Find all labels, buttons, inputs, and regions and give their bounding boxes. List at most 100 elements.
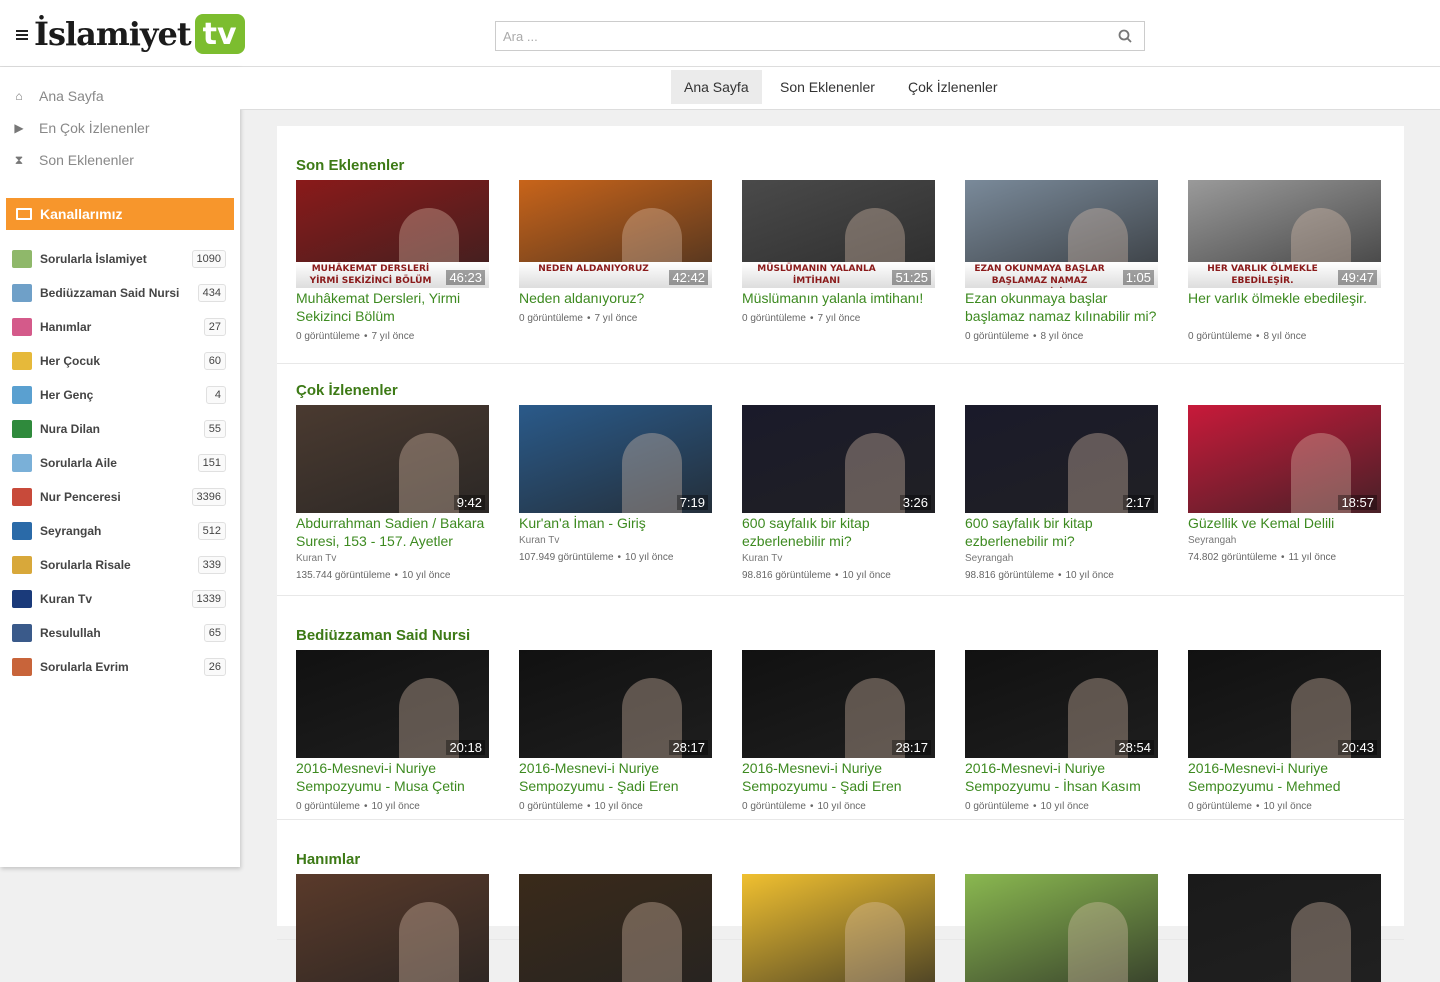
video-age: 10 yıl önce [371, 801, 420, 812]
channel-item[interactable]: Nur Penceresi 3396 [0, 480, 240, 514]
channel-item[interactable]: Sorularla Aile 151 [0, 446, 240, 480]
video-title[interactable]: 600 sayfalık bir kitap ezberlenebilir mi… [965, 514, 1158, 550]
section-title[interactable]: Hanımlar [296, 851, 360, 868]
thumbnail-figure [622, 433, 682, 513]
channel-thumbnail [12, 352, 32, 370]
video-card[interactable] [1188, 874, 1381, 982]
channel-item[interactable]: Seyrangah 512 [0, 514, 240, 548]
video-title[interactable]: Abdurrahman Sadien / Bakara Suresi, 153 … [296, 514, 489, 550]
video-thumbnail[interactable]: MUHÂKEMAT DERSLERİ YİRMİ SEKİZİNCİ BÖLÜM… [296, 180, 489, 288]
video-card[interactable] [742, 874, 935, 982]
video-card[interactable]: 28:17 2016-Mesnevi-i Nuriye Sempozyumu - … [742, 650, 935, 812]
search-icon[interactable] [1118, 29, 1132, 43]
channel-item[interactable]: Sorularla Evrim 26 [0, 650, 240, 684]
video-card[interactable] [519, 874, 712, 982]
channel-item[interactable]: Hanımlar 27 [0, 310, 240, 344]
channel-item[interactable]: Her Çocuk 60 [0, 344, 240, 378]
video-duration: 3:26 [899, 495, 931, 510]
video-title[interactable]: Ezan okunmaya başlar başlamaz namaz kılı… [965, 289, 1158, 325]
site-logo[interactable]: İslamiyet tv [34, 12, 245, 56]
channel-thumbnail [12, 658, 32, 676]
video-thumbnail[interactable]: 20:18 [296, 650, 489, 758]
video-channel[interactable]: Seyrangah [965, 553, 1158, 564]
channel-thumbnail [12, 488, 32, 506]
video-card[interactable]: EZAN OKUNMAYA BAŞLAR BAŞLAMAZ NAMAZ KILI… [965, 180, 1158, 342]
section-title[interactable]: Son Eklenenler [296, 157, 404, 174]
video-title[interactable]: Güzellik ve Kemal Delili [1188, 514, 1381, 532]
channel-item[interactable]: Kuran Tv 1339 [0, 582, 240, 616]
video-thumbnail[interactable] [296, 874, 489, 982]
tab-cok-izlenenler[interactable]: Çok İzlenenler [895, 70, 1011, 104]
channel-item[interactable]: Nura Dilan 55 [0, 412, 240, 446]
video-card[interactable] [296, 874, 489, 982]
video-thumbnail[interactable] [519, 874, 712, 982]
section-title[interactable]: Bediüzzaman Said Nursi [296, 627, 470, 644]
video-card[interactable]: 9:42 Abdurrahman Sadien / Bakara Suresi, … [296, 405, 489, 581]
video-title[interactable]: 2016-Mesnevi-i Nuriye Sempozyumu - Şadi … [519, 759, 712, 795]
tab-son-eklenenler[interactable]: Son Eklenenler [767, 70, 888, 104]
channels-header[interactable]: Kanallarımız [6, 198, 234, 230]
sidebar-nav-item[interactable]: ⌂ Ana Sayfa [0, 80, 240, 112]
video-card[interactable]: 2:17 600 sayfalık bir kitap ezberlenebili… [965, 405, 1158, 581]
sidebar-nav-item[interactable]: ▶ En Çok İzlenenler [0, 112, 240, 144]
channel-thumbnail [12, 590, 32, 608]
video-card[interactable]: 20:18 2016-Mesnevi-i Nuriye Sempozyumu - … [296, 650, 489, 812]
video-card[interactable]: HER VARLIK ÖLMEKLE EBEDİLEŞİR. 49:47 Her v… [1188, 180, 1381, 342]
video-card[interactable]: 20:43 2016-Mesnevi-i Nuriye Sempozyumu - … [1188, 650, 1381, 812]
video-title[interactable]: Neden aldanıyoruz? [519, 289, 712, 307]
section-title[interactable]: Çok İzlenenler [296, 382, 398, 399]
video-views: 0 görüntüleme [742, 801, 806, 812]
video-thumbnail[interactable]: 3:26 [742, 405, 935, 513]
video-title[interactable]: Kur'an'a İman - Giriş [519, 514, 712, 532]
channel-item[interactable]: Resulullah 65 [0, 616, 240, 650]
video-title[interactable]: 2016-Mesnevi-i Nuriye Sempozyumu - Şadi … [742, 759, 935, 795]
video-thumbnail[interactable]: NEDEN ALDANIYORUZ 42:42 [519, 180, 712, 288]
video-card[interactable]: 7:19 Kur'an'a İman - Giriş Kuran Tv 107.949… [519, 405, 712, 563]
video-thumbnail[interactable]: 28:54 [965, 650, 1158, 758]
video-channel[interactable]: Kuran Tv [742, 553, 935, 564]
search-input[interactable] [496, 22, 1096, 50]
video-card[interactable]: 18:57 Güzellik ve Kemal Delili Seyrangah 74… [1188, 405, 1381, 563]
video-card[interactable]: MÜSLÜMANIN YALANLA İMTİHANI 51:25 Müslüman… [742, 180, 935, 324]
video-thumbnail[interactable] [1188, 874, 1381, 982]
video-thumbnail[interactable]: 2:17 [965, 405, 1158, 513]
video-thumbnail[interactable]: 18:57 [1188, 405, 1381, 513]
video-card[interactable]: 3:26 600 sayfalık bir kitap ezberlenebili… [742, 405, 935, 581]
video-thumbnail[interactable]: 7:19 [519, 405, 712, 513]
video-thumbnail[interactable]: MÜSLÜMANIN YALANLA İMTİHANI 51:25 [742, 180, 935, 288]
channel-thumbnail [12, 250, 32, 268]
video-thumbnail[interactable]: HER VARLIK ÖLMEKLE EBEDİLEŞİR. 49:47 [1188, 180, 1381, 288]
channel-item[interactable]: Her Genç 4 [0, 378, 240, 412]
video-card[interactable]: 28:54 2016-Mesnevi-i Nuriye Sempozyumu - … [965, 650, 1158, 812]
video-channel[interactable]: Kuran Tv [296, 553, 489, 564]
video-channel[interactable]: Seyrangah [1188, 535, 1381, 546]
video-channel[interactable]: Kuran Tv [519, 535, 712, 546]
tab-ana-sayfa[interactable]: Ana Sayfa [671, 70, 762, 104]
channel-count-badge: 339 [197, 556, 226, 574]
video-title[interactable]: 2016-Mesnevi-i Nuriye Sempozyumu - İhsan… [965, 759, 1158, 795]
video-views: 0 görüntüleme [296, 801, 360, 812]
sidebar-nav-item[interactable]: ⧗ Son Eklenenler [0, 144, 240, 176]
channel-item[interactable]: Sorularla Risale 339 [0, 548, 240, 582]
video-thumbnail[interactable] [742, 874, 935, 982]
channel-count-badge: 65 [203, 624, 226, 642]
video-title[interactable]: Muhâkemat Dersleri, Yirmi Sekizinci Bölü… [296, 289, 489, 325]
video-thumbnail[interactable]: 28:17 [742, 650, 935, 758]
video-card[interactable] [965, 874, 1158, 982]
channel-item[interactable]: Bediüzzaman Said Nursi 434 [0, 276, 240, 310]
video-card[interactable]: MUHÂKEMAT DERSLERİ YİRMİ SEKİZİNCİ BÖLÜM… [296, 180, 489, 342]
video-thumbnail[interactable] [965, 874, 1158, 982]
video-title[interactable]: 2016-Mesnevi-i Nuriye Sempozyumu - Musa … [296, 759, 489, 795]
channel-item[interactable]: Sorularla İslamiyet 1090 [0, 242, 240, 276]
video-title[interactable]: 600 sayfalık bir kitap ezberlenebilir mi… [742, 514, 935, 550]
menu-icon[interactable] [16, 30, 28, 42]
video-card[interactable]: 28:17 2016-Mesnevi-i Nuriye Sempozyumu - … [519, 650, 712, 812]
video-thumbnail[interactable]: 9:42 [296, 405, 489, 513]
video-thumbnail[interactable]: EZAN OKUNMAYA BAŞLAR BAŞLAMAZ NAMAZ KILI… [965, 180, 1158, 288]
video-thumbnail[interactable]: 28:17 [519, 650, 712, 758]
video-card[interactable]: NEDEN ALDANIYORUZ 42:42 Neden aldanıyoruz?… [519, 180, 712, 324]
video-title[interactable]: 2016-Mesnevi-i Nuriye Sempozyumu - Mehme… [1188, 759, 1381, 795]
video-thumbnail[interactable]: 20:43 [1188, 650, 1381, 758]
video-title[interactable]: Her varlık ölmekle ebedileşir. [1188, 289, 1381, 325]
video-title[interactable]: Müslümanın yalanla imtihanı! [742, 289, 935, 307]
